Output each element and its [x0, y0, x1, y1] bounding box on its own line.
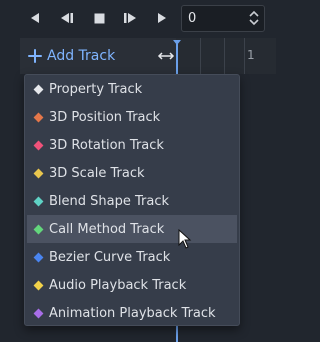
add-track-menu: Property Track 3D Position Track 3D Rota…	[24, 74, 240, 326]
track-color-dot	[33, 280, 44, 290]
track-color-dot	[33, 112, 44, 122]
add-track-button[interactable]: Add Track	[28, 44, 115, 68]
menu-item-3d-scale-track[interactable]: 3D Scale Track	[27, 159, 237, 187]
menu-item-3d-rotation-track[interactable]: 3D Rotation Track	[27, 131, 237, 159]
play-backwards-from-end-button[interactable]	[56, 8, 78, 28]
ruler-tick	[244, 38, 245, 74]
add-track-label: Add Track	[47, 48, 116, 64]
menu-item-call-method-track[interactable]: Call Method Track	[27, 215, 237, 243]
menu-item-label: Property Track	[49, 81, 143, 97]
track-color-dot	[33, 308, 44, 318]
timeline-ruler[interactable]: 1	[176, 38, 276, 74]
menu-item-animation-playback-track[interactable]: Animation Playback Track	[27, 299, 237, 327]
menu-item-label: Blend Shape Track	[49, 193, 170, 209]
play-icon	[158, 13, 166, 23]
animation-transport-bar: 0	[0, 0, 276, 36]
ruler-tick	[224, 38, 225, 74]
menu-item-label: 3D Position Track	[49, 109, 161, 125]
play-backwards-from-end-icon	[61, 13, 73, 23]
spin-arrows-icon[interactable]	[248, 8, 260, 28]
track-color-dot	[33, 84, 44, 94]
play-button[interactable]	[151, 8, 173, 28]
menu-item-bezier-curve-track[interactable]: Bezier Curve Track	[27, 243, 237, 271]
stop-button[interactable]	[88, 8, 110, 28]
stop-icon	[94, 13, 104, 23]
menu-item-label: 3D Rotation Track	[49, 137, 164, 153]
menu-item-label: Bezier Curve Track	[49, 249, 171, 265]
menu-item-label: Audio Playback Track	[49, 277, 187, 293]
animation-time-value[interactable]: 0	[188, 11, 196, 26]
track-header-row: Add Track 1	[20, 38, 276, 74]
menu-item-label: Call Method Track	[49, 221, 165, 237]
track-color-dot	[33, 168, 44, 178]
ruler-tick	[200, 38, 201, 74]
animation-time-spinbox[interactable]: 0	[181, 5, 265, 32]
play-from-start-icon	[124, 13, 136, 23]
menu-item-blend-shape-track[interactable]: Blend Shape Track	[27, 187, 237, 215]
ruler-label: 1	[247, 48, 255, 62]
play-backwards-icon	[31, 13, 39, 23]
mouse-pointer-icon	[178, 229, 192, 249]
play-from-start-button[interactable]	[119, 8, 141, 28]
track-color-dot	[33, 252, 44, 262]
plus-icon	[28, 49, 42, 63]
play-backwards-button[interactable]	[24, 8, 46, 28]
track-color-dot	[33, 140, 44, 150]
menu-item-audio-playback-track[interactable]: Audio Playback Track	[27, 271, 237, 299]
track-color-dot	[33, 196, 44, 206]
menu-item-property-track[interactable]: Property Track	[27, 75, 237, 103]
menu-item-3d-position-track[interactable]: 3D Position Track	[27, 103, 237, 131]
playhead-marker-icon[interactable]	[173, 40, 181, 74]
menu-item-label: Animation Playback Track	[49, 305, 216, 321]
track-color-dot	[33, 224, 44, 234]
menu-item-label: 3D Scale Track	[49, 165, 145, 181]
